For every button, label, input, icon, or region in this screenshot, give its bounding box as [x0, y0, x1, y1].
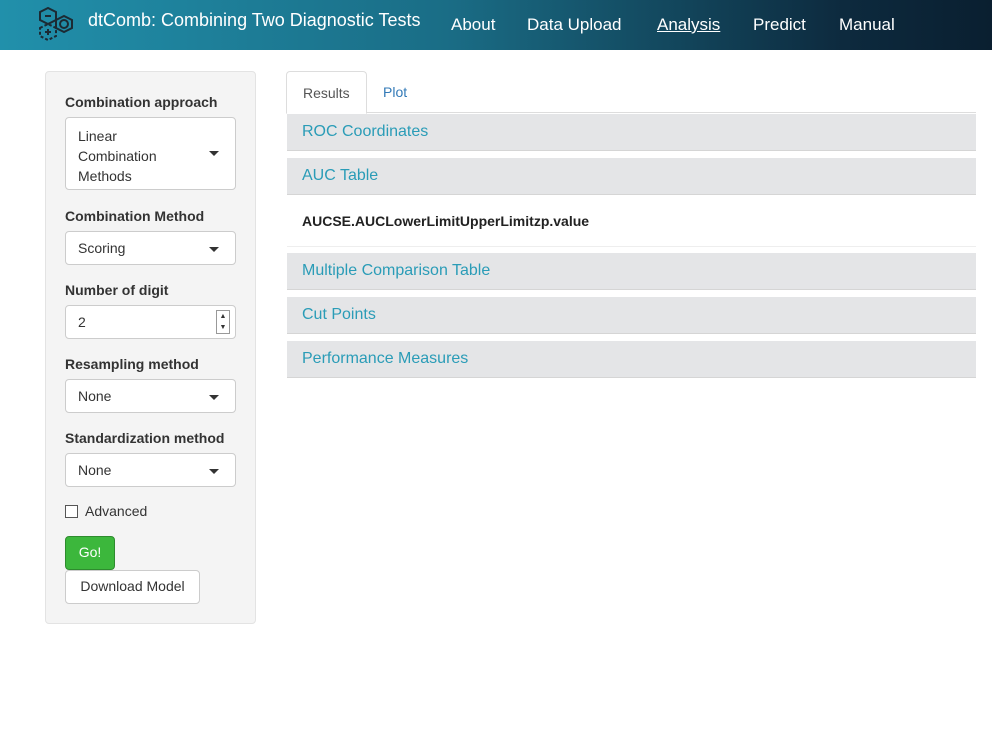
panel-cut-points[interactable]: Cut Points — [287, 297, 976, 334]
column-header: UpperLimit — [459, 213, 534, 229]
resampling-select[interactable]: None — [65, 379, 236, 413]
advanced-checkbox[interactable] — [65, 505, 78, 518]
nav-data-upload[interactable]: Data Upload — [527, 15, 622, 35]
combination-method-label: Combination Method — [65, 208, 205, 224]
tab-plot[interactable]: Plot — [367, 71, 423, 113]
column-header: z — [533, 213, 541, 229]
combination-approach-select[interactable]: Linear Combination Methods — [65, 117, 236, 190]
selected-value: Linear Combination Methods — [78, 128, 157, 184]
auc-table-body: AUC SE.AUC LowerLimit UpperLimit z p.val… — [287, 195, 976, 247]
navbar: dtComb: Combining Two Diagnostic Tests A… — [0, 0, 992, 50]
column-header: p.value — [540, 213, 590, 229]
standardization-label: Standardization method — [65, 430, 225, 446]
app-title[interactable]: dtComb: Combining Two Diagnostic Tests — [88, 10, 421, 31]
standardization-select[interactable]: None — [65, 453, 236, 487]
column-header: SE.AUC — [332, 213, 386, 229]
selected-value: None — [78, 462, 112, 478]
panel-auc-table[interactable]: AUC Table — [287, 158, 976, 195]
combination-approach-label: Combination approach — [65, 94, 218, 110]
selected-value: None — [78, 388, 112, 404]
input-value: 2 — [78, 314, 86, 330]
digits-input[interactable]: 2 ▲ ▼ — [65, 305, 236, 339]
logo-icon — [39, 6, 73, 42]
panel-multiple-comparison[interactable]: Multiple Comparison Table — [287, 253, 976, 290]
panel-performance-measures[interactable]: Performance Measures — [287, 341, 976, 378]
tab-bar: Results Plot — [286, 71, 976, 114]
column-header: AUC — [302, 213, 333, 229]
caret-down-icon — [209, 469, 219, 474]
nav-analysis[interactable]: Analysis — [657, 15, 720, 35]
nav-predict[interactable]: Predict — [753, 15, 806, 35]
digits-label: Number of digit — [65, 282, 169, 298]
spinner-icon[interactable]: ▲ ▼ — [216, 310, 230, 334]
combination-method-select[interactable]: Scoring — [65, 231, 236, 265]
selected-value: Scoring — [78, 240, 126, 256]
go-button[interactable]: Go! — [65, 536, 115, 570]
nav-manual[interactable]: Manual — [839, 15, 895, 35]
column-header: LowerLimit — [385, 213, 460, 229]
caret-down-icon — [209, 395, 219, 400]
download-model-button[interactable]: Download Model — [65, 570, 200, 604]
tab-results[interactable]: Results — [286, 71, 367, 114]
sidebar: Combination approach Linear Combination … — [45, 71, 256, 624]
advanced-label: Advanced — [85, 503, 148, 519]
caret-down-icon — [209, 247, 219, 252]
nav-about[interactable]: About — [451, 15, 495, 35]
caret-down-icon — [209, 151, 219, 156]
resampling-label: Resampling method — [65, 356, 199, 372]
panel-roc-coordinates[interactable]: ROC Coordinates — [287, 114, 976, 151]
auc-table: AUC SE.AUC LowerLimit UpperLimit z p.val… — [302, 213, 589, 229]
